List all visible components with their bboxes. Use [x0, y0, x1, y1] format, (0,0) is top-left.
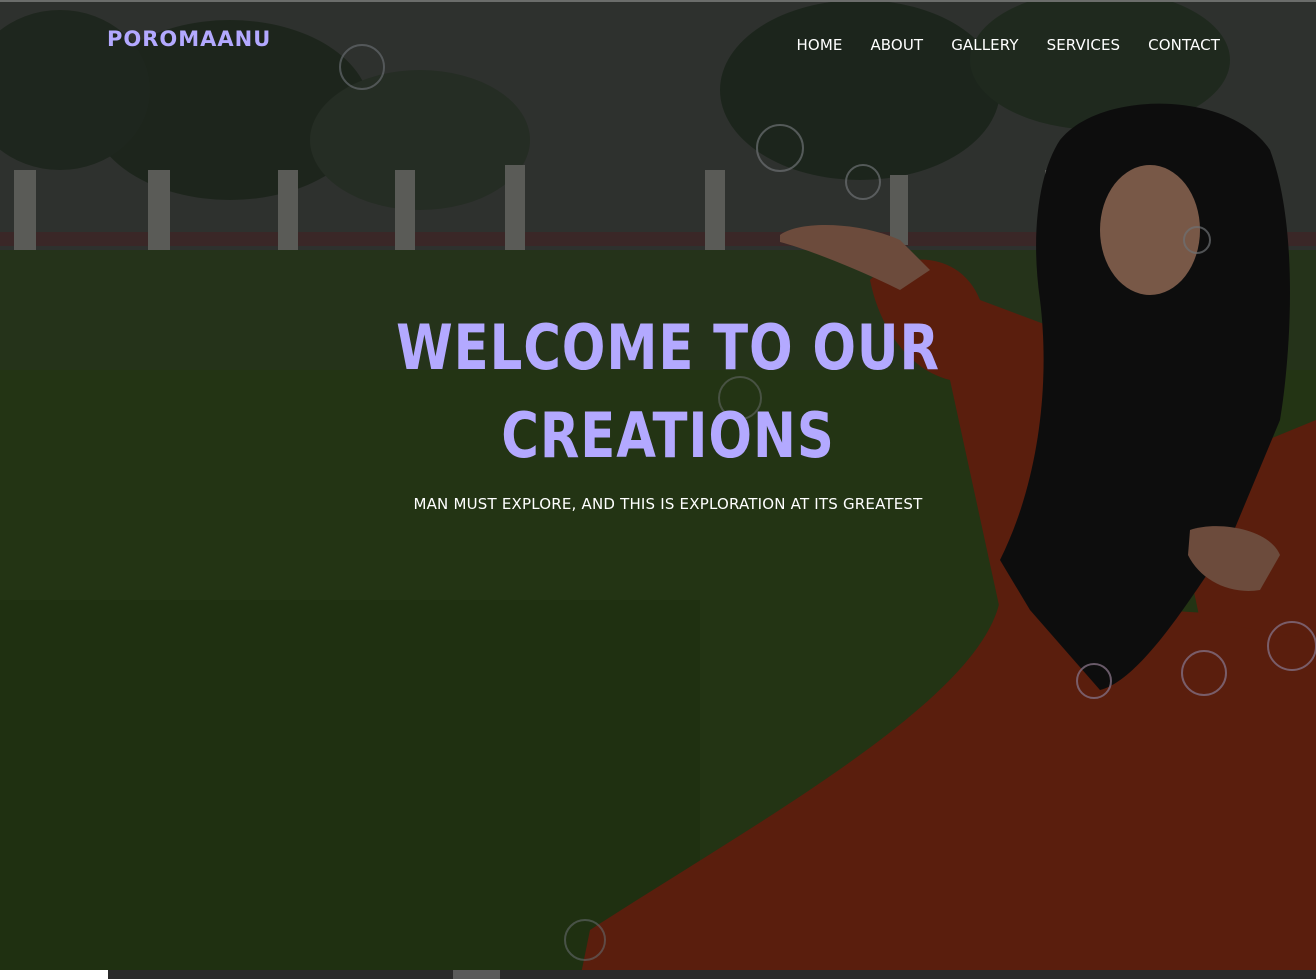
top-border: [0, 0, 1316, 2]
hero-background-image: [0, 0, 1316, 979]
hero-headline-line-1: WELCOME TO OUR: [396, 311, 940, 384]
scrollbar-thumb[interactable]: [453, 970, 500, 979]
main-nav: HOME ABOUT GALLERY SERVICES CONTACT: [797, 36, 1220, 54]
nav-item-services[interactable]: SERVICES: [1047, 36, 1121, 54]
brand-logo[interactable]: POROMAANU: [107, 27, 271, 51]
nav-item-home[interactable]: HOME: [797, 36, 843, 54]
background-photo: [0, 0, 1316, 979]
nav-item-about[interactable]: ABOUT: [870, 36, 923, 54]
hero-subheadline: MAN MUST EXPLORE, AND THIS IS EXPLORATIO…: [413, 495, 923, 513]
hero-headline-line-2: CREATIONS: [501, 399, 835, 472]
nav-item-contact[interactable]: CONTACT: [1148, 36, 1220, 54]
nav-item-gallery[interactable]: GALLERY: [951, 36, 1018, 54]
hero-section: POROMAANU HOME ABOUT GALLERY SERVICES CO…: [0, 0, 1316, 979]
horizontal-scrollbar[interactable]: [0, 970, 1316, 979]
hero-headline: WELCOME TO OUR CREATIONS: [53, 304, 1282, 480]
scrollbar-segment: [0, 970, 108, 979]
